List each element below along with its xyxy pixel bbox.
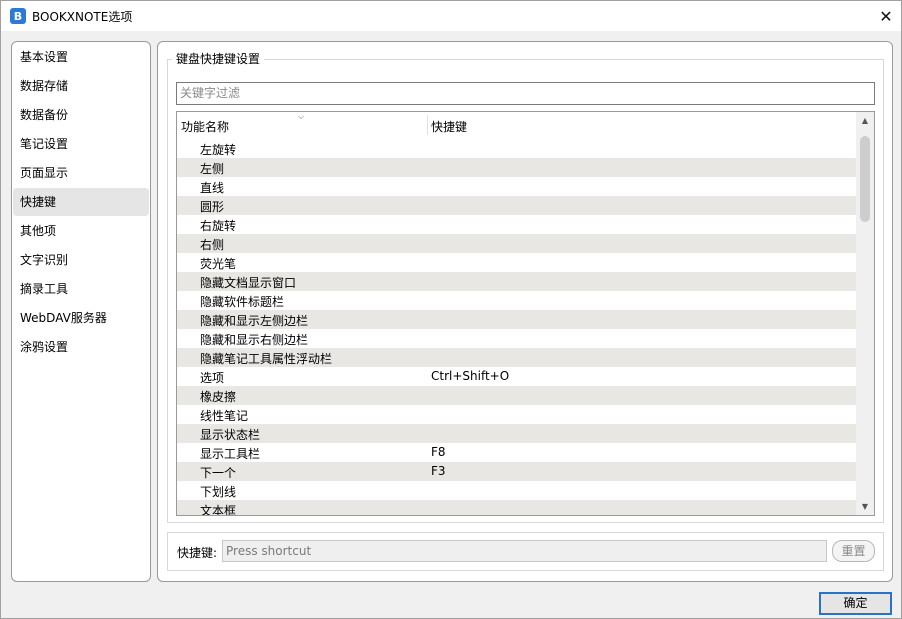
sidebar-item[interactable]: 基本设置 xyxy=(13,43,149,71)
function-name-cell: 橡皮擦 xyxy=(200,390,237,404)
title-bar: B BOOKXNOTE选项 ✕ xyxy=(1,1,901,31)
sidebar-item[interactable]: 其他项 xyxy=(13,217,149,245)
table-row[interactable]: 荧光笔 xyxy=(177,253,856,272)
sidebar-item[interactable]: 快捷键 xyxy=(13,188,149,216)
settings-sidebar: 基本设置 数据存储 数据备份 笔记设置 页面显示 快捷键 其他项 文字识别 摘录工具 WebDAV… xyxy=(11,41,151,582)
close-button[interactable]: ✕ xyxy=(871,1,901,31)
table-row[interactable]: 显示工具栏 F8 xyxy=(177,443,856,462)
function-name-cell: 左侧 xyxy=(200,162,225,176)
function-name-cell: 圆形 xyxy=(200,200,225,214)
scroll-up-icon[interactable]: ▲ xyxy=(856,112,874,129)
function-name-cell: 线性笔记 xyxy=(200,409,249,423)
column-header-key[interactable]: 快捷键 xyxy=(431,118,467,135)
table-row[interactable]: 隐藏文档显示窗口 xyxy=(177,272,856,291)
reset-button[interactable]: 重置 xyxy=(832,540,875,562)
function-name-cell: 下划线 xyxy=(200,485,237,499)
ok-button[interactable]: 确定 xyxy=(819,592,892,615)
table-row[interactable]: 隐藏软件标题栏 xyxy=(177,291,856,310)
sidebar-item[interactable]: 页面显示 xyxy=(13,159,149,187)
table-row[interactable]: 右旋转 xyxy=(177,215,856,234)
table-row[interactable]: 隐藏和显示左侧边栏 xyxy=(177,310,856,329)
table-row[interactable]: 圆形 xyxy=(177,196,856,215)
table-row[interactable]: 显示状态栏 xyxy=(177,424,856,443)
options-dialog: B BOOKXNOTE选项 ✕ 基本设置 数据存储 数据备份 笔记设置 页面显示 快捷键其… xyxy=(0,0,902,619)
function-name-cell: 右侧 xyxy=(200,238,225,252)
shortcut-settings-panel: 键盘快捷键设置 关键字过滤 功能名称 ⌵ 快捷键 左旋转左侧直线圆形右旋转右侧荧… xyxy=(157,41,893,582)
column-header-name[interactable]: 功能名称 xyxy=(181,118,229,135)
table-row[interactable]: 文本框 xyxy=(177,500,856,516)
table-header: 功能名称 ⌵ 快捷键 xyxy=(177,112,856,139)
table-row[interactable]: 直线 xyxy=(177,177,856,196)
table-row[interactable]: 线性笔记 xyxy=(177,405,856,424)
table-row[interactable]: 隐藏和显示右侧边栏 xyxy=(177,329,856,348)
table-row[interactable]: 左侧 xyxy=(177,158,856,177)
shortcut-key-cell: Ctrl+Shift+O xyxy=(431,369,510,383)
function-name-cell: 显示状态栏 xyxy=(200,428,261,442)
function-name-cell: 直线 xyxy=(200,181,225,195)
sort-chevron-icon: ⌵ xyxy=(298,112,305,121)
window-title: BOOKXNOTE选项 xyxy=(32,10,133,24)
sidebar-item[interactable]: 数据备份 xyxy=(13,101,149,129)
scrollbar-thumb[interactable] xyxy=(860,136,870,222)
table-row[interactable]: 下一个 F3 xyxy=(177,462,856,481)
shortcut-table: 功能名称 ⌵ 快捷键 左旋转左侧直线圆形右旋转右侧荧光笔隐藏文档显示窗口 隐藏软件… xyxy=(176,111,875,516)
sidebar-item[interactable]: 文字识别 xyxy=(13,246,149,274)
sidebar-item[interactable]: 摘录工具 xyxy=(13,275,149,303)
keyword-filter-input[interactable]: 关键字过滤 xyxy=(176,82,875,105)
sidebar-item[interactable]: 数据存储 xyxy=(13,72,149,100)
shortcut-editor: 快捷键: Press shortcut 重置 xyxy=(167,532,884,571)
table-row[interactable]: 右侧 xyxy=(177,234,856,253)
vertical-scrollbar[interactable]: ▲ ▼ xyxy=(856,112,874,515)
function-name-cell: 下一个 xyxy=(200,466,237,480)
column-divider[interactable] xyxy=(427,115,428,135)
shortcut-key-cell: F3 xyxy=(431,464,446,478)
sidebar-item[interactable]: 涂鸦设置 xyxy=(13,333,149,361)
function-name-cell: 隐藏和显示右侧边栏 xyxy=(200,333,309,347)
table-row[interactable]: 下划线 xyxy=(177,481,856,500)
table-row[interactable]: 隐藏笔记工具属性浮动栏 xyxy=(177,348,856,367)
sidebar-item[interactable]: 笔记设置 xyxy=(13,130,149,158)
shortcut-key-cell: F8 xyxy=(431,445,446,459)
app-logo-icon: B xyxy=(10,8,26,24)
shortcut-label: 快捷键: xyxy=(177,546,218,560)
function-name-cell: 隐藏软件标题栏 xyxy=(200,295,285,309)
close-icon: ✕ xyxy=(879,6,893,26)
function-name-cell: 隐藏文档显示窗口 xyxy=(200,276,297,290)
sidebar-item[interactable]: WebDAV服务器 xyxy=(13,304,149,332)
function-name-cell: 文本框 xyxy=(200,504,237,516)
shortcut-input[interactable]: Press shortcut xyxy=(222,540,827,562)
table-row[interactable]: 橡皮擦 xyxy=(177,386,856,405)
function-name-cell: 左旋转 xyxy=(200,143,237,157)
function-name-cell: 选项 xyxy=(200,371,225,385)
function-name-cell: 荧光笔 xyxy=(200,257,237,271)
function-name-cell: 隐藏笔记工具属性浮动栏 xyxy=(200,352,333,366)
function-name-cell: 显示工具栏 xyxy=(200,447,261,461)
scroll-down-icon[interactable]: ▼ xyxy=(856,498,874,515)
function-name-cell: 隐藏和显示左侧边栏 xyxy=(200,314,309,328)
function-name-cell: 右旋转 xyxy=(200,219,237,233)
group-title: 键盘快捷键设置 xyxy=(172,50,265,67)
table-row[interactable]: 选项 Ctrl+Shift+O xyxy=(177,367,856,386)
table-row[interactable]: 左旋转 xyxy=(177,139,856,158)
